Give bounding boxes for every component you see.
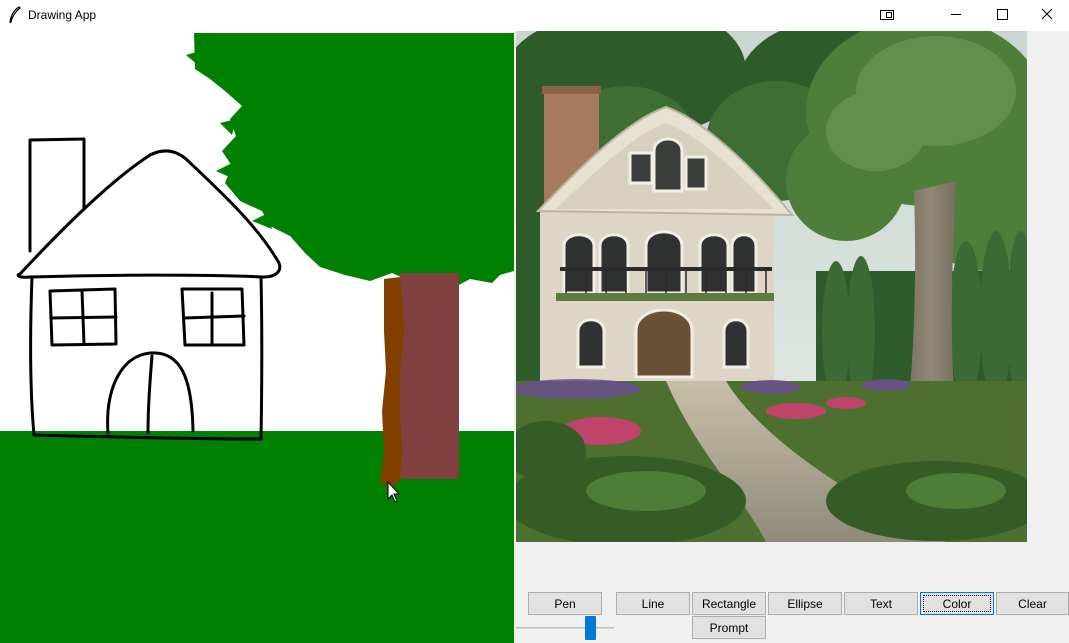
slider-track	[516, 627, 614, 629]
generated-image	[516, 31, 1027, 542]
clear-button[interactable]: Clear	[996, 592, 1069, 615]
drawing-canvas[interactable]	[0, 31, 514, 643]
tree-trunk-shadow	[400, 273, 459, 479]
maximize-icon	[997, 9, 1008, 20]
minimize-button[interactable]	[933, 0, 979, 30]
canvas-drawing	[0, 33, 514, 643]
line-button[interactable]: Line	[616, 592, 690, 615]
window-snap-icon	[880, 10, 894, 20]
title-bar: Drawing App	[0, 0, 1069, 31]
pen-button[interactable]: Pen	[528, 592, 602, 615]
color-button[interactable]: Color	[920, 592, 994, 615]
brush-size-slider[interactable]	[516, 615, 614, 641]
prompt-button[interactable]: Prompt	[692, 616, 766, 639]
tree-foliage	[186, 33, 514, 287]
window-title: Drawing App	[28, 8, 97, 22]
maximize-button[interactable]	[979, 0, 1025, 30]
ellipse-button[interactable]: Ellipse	[768, 592, 842, 615]
generated-house-image	[516, 31, 1027, 542]
close-button[interactable]	[1023, 0, 1069, 30]
text-button[interactable]: Text	[844, 592, 918, 615]
slider-thumb[interactable]	[585, 616, 596, 640]
feather-icon	[9, 6, 21, 24]
window-snap-button[interactable]	[864, 0, 910, 30]
minimize-icon	[951, 14, 961, 15]
close-icon	[1041, 8, 1053, 20]
rectangle-button[interactable]: Rectangle	[692, 592, 766, 615]
drawing-app-window: Drawing App Pen Line Rectangle Ellipse T…	[0, 0, 1069, 643]
